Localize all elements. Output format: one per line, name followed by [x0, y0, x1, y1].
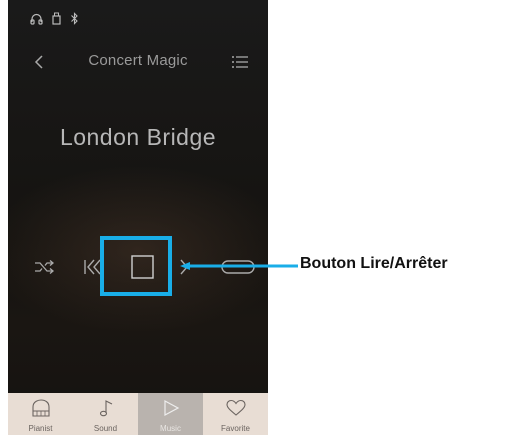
- headphones-icon: [30, 13, 43, 25]
- tab-music[interactable]: Music: [138, 393, 203, 435]
- tab-label: Sound: [93, 424, 118, 433]
- music-note-icon: [96, 398, 116, 423]
- status-bar: [30, 12, 79, 25]
- tab-pianist[interactable]: Pianist: [8, 393, 73, 435]
- tab-label: Music: [160, 424, 181, 433]
- shuffle-icon: [35, 260, 55, 274]
- piano-icon: [30, 398, 52, 423]
- play-icon: [161, 398, 181, 423]
- tab-favorite[interactable]: Favorite: [203, 393, 268, 435]
- header-bar: Concert Magic: [8, 48, 268, 76]
- app-screen: Concert Magic London Bridge Pianist Soun…: [8, 0, 268, 435]
- tab-label: Favorite: [221, 424, 250, 433]
- callout-arrow: [180, 262, 298, 270]
- bottom-tab-bar: Pianist Sound Music Favorite: [8, 393, 268, 435]
- tab-sound[interactable]: Sound: [73, 393, 138, 435]
- callout-label: Bouton Lire/Arrêter: [300, 255, 448, 272]
- shuffle-button[interactable]: [34, 259, 56, 280]
- play-stop-highlight-box: [100, 236, 172, 296]
- bluetooth-icon: [70, 12, 79, 25]
- tab-label: Pianist: [28, 424, 53, 433]
- heart-icon: [225, 398, 247, 423]
- list-menu-button[interactable]: [229, 52, 251, 72]
- usb-icon: [52, 12, 61, 25]
- song-title: London Bridge: [59, 124, 217, 150]
